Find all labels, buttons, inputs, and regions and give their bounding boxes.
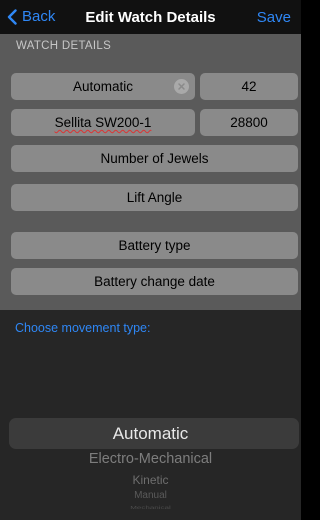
chevron-left-icon bbox=[7, 8, 17, 25]
lift-angle-field[interactable]: Lift Angle bbox=[11, 184, 298, 211]
jewels-field[interactable]: Number of Jewels bbox=[11, 145, 298, 172]
x-mark-icon bbox=[178, 83, 185, 90]
movement-type-picker[interactable]: Choose movement type: Automatic Electro-… bbox=[0, 310, 301, 520]
watch-details-form: WATCH DETAILS Automatic 42 Sellita SW200… bbox=[0, 34, 301, 310]
picker-option[interactable]: Manual bbox=[0, 490, 301, 501]
picker-option[interactable]: Automatic bbox=[0, 424, 301, 444]
size-field[interactable]: 42 bbox=[200, 73, 298, 100]
caliber-field[interactable]: Sellita SW200-1 bbox=[11, 109, 195, 136]
size-value: 42 bbox=[241, 79, 257, 94]
section-header: WATCH DETAILS bbox=[16, 40, 112, 52]
save-button[interactable]: Save bbox=[257, 9, 291, 26]
picker-prompt: Choose movement type: bbox=[15, 321, 151, 335]
battery-type-field[interactable]: Battery type bbox=[11, 232, 298, 259]
picker-option[interactable]: Mechanical bbox=[0, 505, 301, 510]
caliber-value: Sellita SW200-1 bbox=[54, 115, 152, 130]
jewels-placeholder: Number of Jewels bbox=[100, 151, 209, 166]
frequency-field[interactable]: 28800 bbox=[200, 109, 298, 136]
picker-option[interactable]: Kinetic bbox=[0, 473, 301, 487]
picker-option[interactable]: Electro-Mechanical bbox=[0, 451, 301, 467]
edit-watch-screen: Back Edit Watch Details Save WATCH DETAI… bbox=[0, 0, 301, 520]
lift-angle-placeholder: Lift Angle bbox=[126, 190, 183, 205]
movement-type-field[interactable]: Automatic bbox=[11, 73, 195, 100]
navigation-bar: Back Edit Watch Details Save bbox=[0, 0, 301, 34]
frequency-value: 28800 bbox=[230, 115, 268, 130]
battery-change-placeholder: Battery change date bbox=[94, 274, 215, 289]
back-label: Back bbox=[22, 8, 56, 25]
clear-icon[interactable] bbox=[174, 79, 189, 94]
back-button[interactable]: Back bbox=[6, 8, 55, 25]
battery-type-placeholder: Battery type bbox=[118, 238, 191, 253]
battery-change-date-field[interactable]: Battery change date bbox=[11, 268, 298, 295]
movement-type-value: Automatic bbox=[72, 79, 134, 94]
